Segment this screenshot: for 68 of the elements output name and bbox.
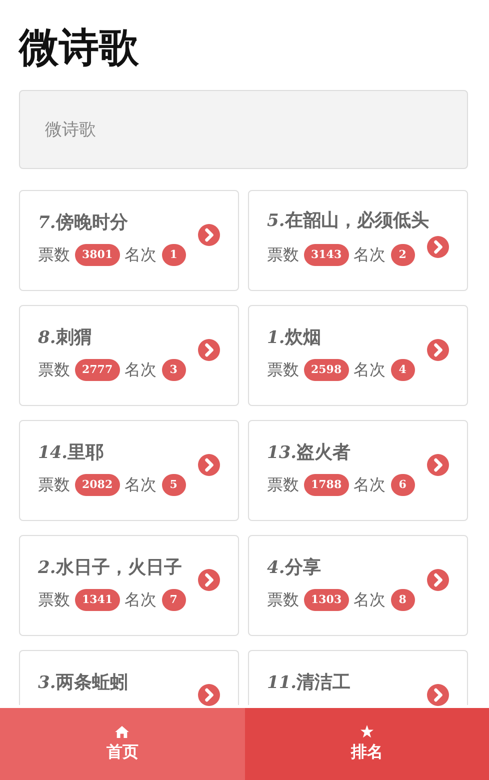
page-title: 微诗歌 — [19, 24, 140, 72]
vote-count: 1788 — [304, 474, 349, 496]
poem-card[interactable]: 13.盗火者 票数 1788 名次 6 — [248, 420, 468, 521]
rank-number: 5 — [162, 474, 186, 496]
poem-title: 14.里耶 — [38, 441, 104, 464]
poem-title: 13.盗火者 — [267, 441, 351, 464]
chevron-right-icon[interactable] — [198, 568, 220, 590]
poem-card[interactable]: 8.刺猬 票数 2777 名次 3 — [19, 305, 239, 406]
votes-label: 票数 — [267, 360, 299, 380]
poem-title: 4.分享 — [267, 556, 321, 579]
poem-card[interactable]: 14.里耶 票数 2082 名次 5 — [19, 420, 239, 521]
rank-label: 名次 — [124, 474, 157, 496]
rank-number: 7 — [162, 589, 186, 611]
chevron-right-icon[interactable] — [427, 236, 449, 258]
poem-title: 3.两条蚯蚓 — [38, 671, 128, 694]
votes-label: 票数 — [38, 360, 70, 380]
vote-count: 1303 — [304, 589, 349, 611]
rank-number: 8 — [390, 589, 415, 611]
poem-title: 5.在韶山，必须低头 — [267, 209, 429, 232]
rank-label: 名次 — [124, 590, 157, 610]
vote-count: 2598 — [304, 359, 349, 381]
rank-number: 3 — [162, 359, 186, 381]
poem-title: 1.炊烟 — [267, 326, 321, 349]
chevron-right-icon[interactable] — [198, 338, 220, 360]
poem-card[interactable]: 1.炊烟 票数 2598 名次 4 — [248, 305, 468, 406]
rank-label: 名次 — [124, 360, 157, 380]
rank-label: 名次 — [124, 244, 157, 266]
rank-number: 6 — [390, 474, 415, 496]
rank-label: 名次 — [354, 474, 386, 496]
star-icon — [360, 725, 374, 738]
poem-card[interactable]: 11.清洁工 — [248, 650, 468, 705]
poem-card[interactable]: 4.分享 票数 1303 名次 8 — [248, 535, 468, 636]
poem-title: 11.清洁工 — [267, 671, 351, 694]
poem-card[interactable]: 2.水日子，火日子 票数 1341 名次 7 — [19, 535, 239, 636]
chevron-right-icon[interactable] — [198, 224, 220, 246]
rank-label: 名次 — [354, 244, 386, 266]
votes-label: 票数 — [267, 244, 299, 266]
chevron-right-icon[interactable] — [427, 454, 449, 476]
home-icon — [115, 726, 130, 738]
poem-card[interactable]: 3.两条蚯蚓 — [19, 650, 239, 705]
search-field[interactable]: 微诗歌 — [19, 90, 468, 169]
vote-count: 2082 — [75, 474, 120, 496]
votes-label: 票数 — [38, 474, 70, 496]
poem-card[interactable]: 5.在韶山，必须低头 票数 3143 名次 2 — [248, 190, 468, 291]
rank-label: 名次 — [354, 590, 386, 610]
rank-label: 名次 — [354, 360, 386, 380]
poem-card[interactable]: 7.傍晚时分 票数 3801 名次 1 — [19, 190, 239, 291]
chevron-right-icon[interactable] — [427, 568, 449, 590]
chevron-right-icon[interactable] — [198, 454, 220, 476]
tab[interactable]: 首页 — [0, 708, 244, 780]
vote-count: 2777 — [75, 359, 120, 381]
poem-title: 2.水日子，火日子 — [38, 556, 182, 579]
vote-count: 1341 — [75, 589, 120, 611]
rank-number: 4 — [390, 359, 415, 381]
vote-count: 3143 — [304, 244, 349, 266]
chevron-right-icon[interactable] — [427, 338, 449, 360]
tab[interactable]: 排名 — [244, 708, 489, 780]
chevron-right-icon[interactable] — [198, 684, 220, 706]
vote-count: 3801 — [75, 244, 120, 266]
votes-label: 票数 — [267, 590, 299, 610]
chevron-right-icon[interactable] — [427, 684, 449, 706]
votes-label: 票数 — [267, 474, 299, 496]
poem-title: 8.刺猬 — [38, 326, 92, 349]
votes-label: 票数 — [38, 590, 70, 610]
rank-number: 2 — [390, 244, 415, 266]
poem-title: 7.傍晚时分 — [38, 211, 128, 234]
votes-label: 票数 — [38, 244, 70, 266]
rank-number: 1 — [162, 244, 186, 266]
